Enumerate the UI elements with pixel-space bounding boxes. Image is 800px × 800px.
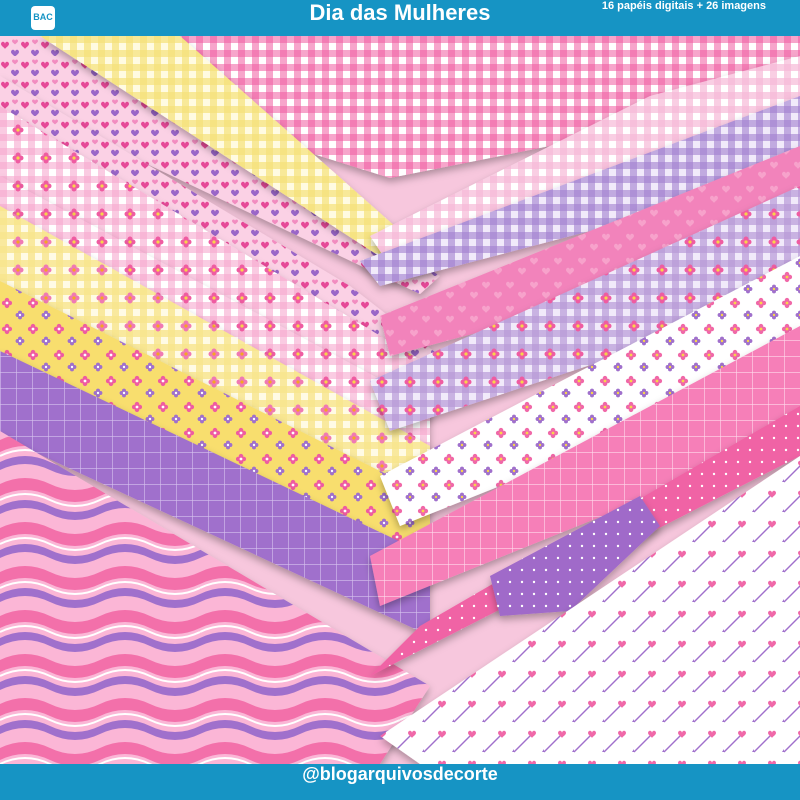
papers-svg <box>0 36 800 764</box>
footer-bar: @blogarquivosdecorte <box>0 764 800 800</box>
blog-handle: @blogarquivosdecorte <box>302 764 498 784</box>
header-bar: BAC Dia das Mulheres 16 papéis digitais … <box>0 0 800 36</box>
page-subtitle: 16 papéis digitais + 26 imagens <box>601 0 766 12</box>
digital-papers-preview <box>0 36 800 764</box>
